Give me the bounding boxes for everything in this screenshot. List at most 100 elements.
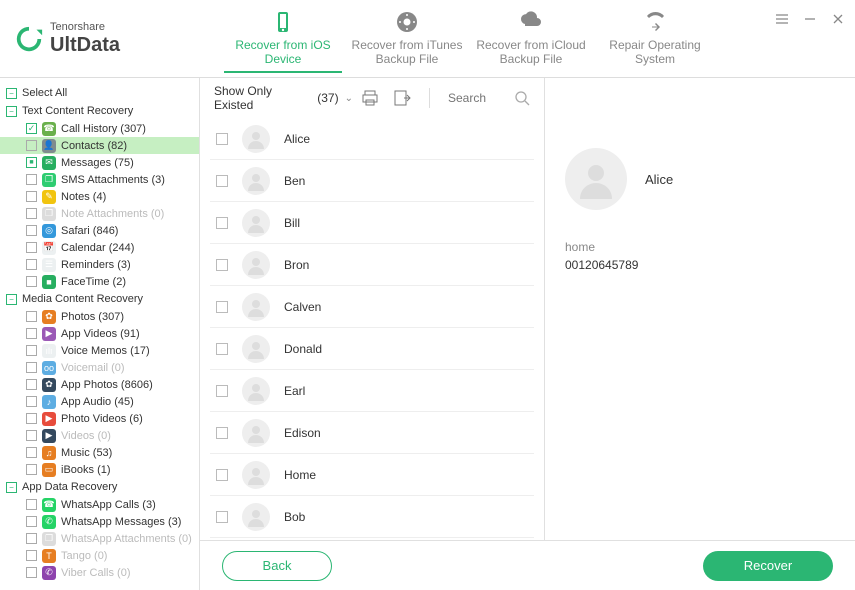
checkbox[interactable] [26,430,37,441]
contact-row[interactable]: Edison [210,412,534,454]
checkbox[interactable] [26,447,37,458]
checkbox[interactable] [26,396,37,407]
contact-row[interactable]: Home [210,454,534,496]
sidebar-item[interactable]: ♫Music (53) [0,444,199,461]
sidebar-item[interactable]: ❐SMS Attachments (3) [0,171,199,188]
contact-row[interactable]: Bill [210,202,534,244]
header-tab-0[interactable]: Recover from iOS Device [224,6,342,72]
sidebar-item[interactable]: ✆WhatsApp Messages (3) [0,513,199,530]
sidebar-item-label: Photos (307) [61,311,124,323]
contact-row[interactable]: Bron [210,244,534,286]
back-button[interactable]: Back [222,551,332,581]
sidebar[interactable]: −Select All−Text Content Recovery☎Call H… [0,78,200,590]
category-icon: T [42,549,56,563]
sidebar-item[interactable]: ☰Reminders (3) [0,256,199,273]
export-icon[interactable] [393,89,411,107]
select-all[interactable]: −Select All [0,84,199,102]
checkbox[interactable] [26,259,37,270]
sidebar-item[interactable]: 👤Contacts (82) [0,137,199,154]
contact-row[interactable]: Bob [210,496,534,538]
checkbox[interactable] [26,516,37,527]
header-tab-label: Recover from iTunes Backup File [348,38,466,66]
sidebar-item[interactable]: ✉Messages (75) [0,154,199,171]
sidebar-section-2[interactable]: −App Data Recovery [0,478,199,496]
sidebar-section-1[interactable]: −Media Content Recovery [0,290,199,308]
checkbox[interactable] [26,464,37,475]
sidebar-item-label: Reminders (3) [61,259,131,271]
sidebar-item[interactable]: ♪App Audio (45) [0,393,199,410]
checkbox[interactable] [216,217,228,229]
recover-button[interactable]: Recover [703,551,833,581]
checkbox[interactable] [26,499,37,510]
checkbox[interactable] [26,242,37,253]
search-icon[interactable] [514,90,530,106]
checkbox[interactable] [216,385,228,397]
checkbox[interactable] [216,343,228,355]
checkbox[interactable] [26,191,37,202]
checkbox[interactable] [26,225,37,236]
sidebar-section-0[interactable]: −Text Content Recovery [0,102,199,120]
sidebar-item[interactable]: ılıVoice Memos (17) [0,342,199,359]
contact-row[interactable]: Calven [210,286,534,328]
sidebar-item[interactable]: ✿App Photos (8606) [0,376,199,393]
checkbox[interactable] [26,362,37,373]
search-box[interactable] [448,90,530,106]
sidebar-item[interactable]: 📅Calendar (244) [0,239,199,256]
sidebar-item[interactable]: ▭iBooks (1) [0,461,199,478]
header-tab-3[interactable]: Repair Operating System [596,6,714,72]
sidebar-item[interactable]: ◎Safari (846) [0,222,199,239]
filter-dropdown[interactable]: Show Only Existed (37) ⌄ [214,84,353,112]
checkbox[interactable] [26,345,37,356]
checkbox[interactable] [216,301,228,313]
detail-name: Alice [645,172,673,187]
header-tab-2[interactable]: Recover from iCloud Backup File [472,6,590,72]
checkbox[interactable] [26,379,37,390]
checkbox[interactable] [26,311,37,322]
checkbox[interactable] [26,328,37,339]
detail-fields: home 00120645789 [565,240,835,272]
checkbox[interactable] [216,175,228,187]
menu-icon[interactable] [773,10,791,28]
sidebar-item: ❐WhatsApp Attachments (0) [0,530,199,547]
chevron-down-icon: ⌄ [345,93,353,104]
checkbox[interactable] [26,567,37,578]
checkbox[interactable] [216,133,228,145]
close-button[interactable] [829,10,847,28]
contact-row[interactable]: Donald [210,328,534,370]
checkbox[interactable] [26,550,37,561]
contact-row[interactable]: Alice [210,118,534,160]
search-input[interactable] [448,91,508,105]
checkbox[interactable] [216,469,228,481]
sidebar-item[interactable]: ✎Notes (4) [0,188,199,205]
sidebar-item[interactable]: ☎WhatsApp Calls (3) [0,496,199,513]
print-icon[interactable] [361,89,379,107]
collapse-icon: − [6,294,17,305]
sidebar-item[interactable]: ▶Photo Videos (6) [0,410,199,427]
checkbox[interactable] [26,533,37,544]
contact-name: Donald [284,342,322,356]
sidebar-item[interactable]: ☎Call History (307) [0,120,199,137]
sidebar-item[interactable]: ▶App Videos (91) [0,325,199,342]
checkbox[interactable] [26,276,37,287]
minimize-button[interactable] [801,10,819,28]
header-tab-1[interactable]: Recover from iTunes Backup File [348,6,466,72]
sidebar-item-label: App Videos (91) [61,328,140,340]
sidebar-item[interactable]: ■FaceTime (2) [0,273,199,290]
contact-row[interactable]: Earl [210,370,534,412]
checkbox[interactable] [26,413,37,424]
checkbox[interactable] [216,511,228,523]
checkbox[interactable] [26,208,37,219]
avatar-icon [242,335,270,363]
checkbox[interactable] [216,427,228,439]
category-icon: ☎ [42,122,56,136]
body: −Select All−Text Content Recovery☎Call H… [0,78,855,590]
checkbox[interactable] [26,157,37,168]
sidebar-item[interactable]: ✿Photos (307) [0,308,199,325]
checkbox[interactable] [26,174,37,185]
checkbox[interactable] [26,140,37,151]
category-icon: ✆ [42,566,56,580]
checkbox[interactable] [26,123,37,134]
checkbox[interactable] [216,259,228,271]
contact-row[interactable]: Ben [210,160,534,202]
contact-list[interactable]: AliceBenBillBronCalven Donald EarlEdisonHo… [200,118,544,590]
